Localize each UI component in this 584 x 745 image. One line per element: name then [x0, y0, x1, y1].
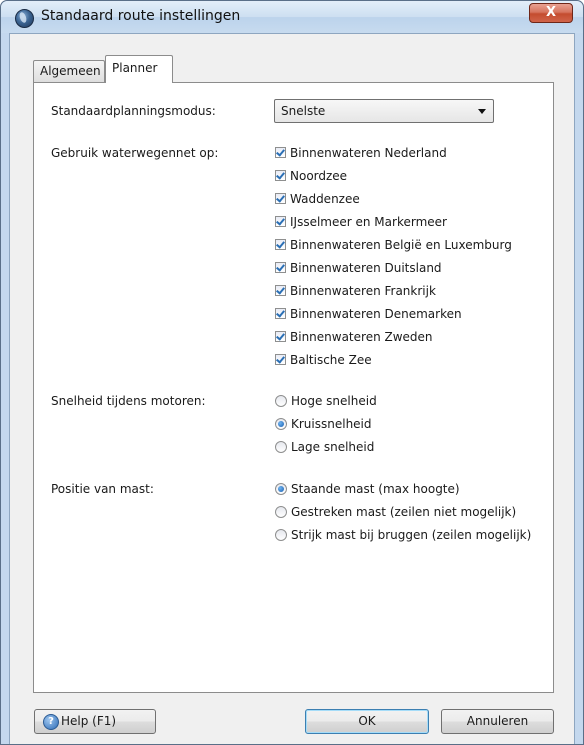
radio-strijk-mast[interactable]: Strijk mast bij bruggen (zeilen mogelijk…: [275, 526, 531, 544]
radio-unselected-icon[interactable]: [275, 528, 287, 541]
checkbox-label: Binnenwateren België en Luxemburg: [290, 238, 512, 252]
checkbox-binnenwateren-nederland[interactable]: Binnenwateren Nederland: [275, 144, 447, 162]
checkbox-label: Binnenwateren Denemarken: [290, 307, 462, 321]
checkbox-binnenwateren-denemarken[interactable]: Binnenwateren Denemarken: [275, 305, 462, 323]
radio-label: Lage snelheid: [291, 440, 375, 454]
help-button[interactable]: ? Help (F1): [34, 709, 156, 734]
checkbox-checked-icon[interactable]: [275, 170, 286, 181]
radio-gestreken-mast[interactable]: Gestreken mast (zeilen niet mogelijk): [275, 503, 516, 521]
checkbox-checked-icon[interactable]: [275, 354, 286, 365]
checkbox-checked-icon[interactable]: [275, 239, 286, 250]
radio-unselected-icon[interactable]: [275, 440, 287, 453]
checkbox-label: Binnenwateren Frankrijk: [290, 284, 436, 298]
radio-selected-icon[interactable]: [275, 417, 287, 430]
checkbox-binnenwateren-duitsland[interactable]: Binnenwateren Duitsland: [275, 259, 442, 277]
checkbox-label: IJsselmeer en Markermeer: [290, 215, 447, 229]
radio-selected-icon[interactable]: [275, 482, 287, 495]
checkbox-binnenwateren-frankrijk[interactable]: Binnenwateren Frankrijk: [275, 282, 436, 300]
radio-unselected-icon[interactable]: [275, 394, 287, 407]
planner-content: Standaardplanningsmodus: Snelste Gebruik…: [0, 0, 584, 745]
cancel-button[interactable]: Annuleren: [441, 709, 554, 734]
speed-label: Snelheid tijdens motoren:: [51, 394, 206, 408]
checkbox-label: Binnenwateren Nederland: [290, 146, 447, 160]
checkbox-ijsselmeer-markermeer[interactable]: IJsselmeer en Markermeer: [275, 213, 447, 231]
radio-lage-snelheid[interactable]: Lage snelheid: [275, 438, 374, 456]
waterways-label: Gebruik waterwegennet op:: [51, 146, 219, 160]
radio-kruissnelheid[interactable]: Kruissnelheid: [275, 415, 372, 433]
ok-button[interactable]: OK: [305, 709, 429, 734]
radio-unselected-icon[interactable]: [275, 505, 287, 518]
checkbox-label: Binnenwateren Duitsland: [290, 261, 442, 275]
checkbox-baltische-zee[interactable]: Baltische Zee: [275, 351, 372, 369]
planning-mode-label: Standaardplanningsmodus:: [51, 104, 216, 118]
help-button-label: Help (F1): [61, 714, 117, 728]
radio-label: Strijk mast bij bruggen (zeilen mogelijk…: [291, 528, 532, 542]
radio-label: Kruissnelheid: [291, 417, 372, 431]
mast-label: Positie van mast:: [51, 482, 154, 496]
checkbox-label: Baltische Zee: [290, 353, 372, 367]
checkbox-checked-icon[interactable]: [275, 216, 286, 227]
planning-mode-select[interactable]: Snelste: [274, 99, 494, 123]
planning-mode-value: Snelste: [281, 104, 326, 118]
checkbox-checked-icon[interactable]: [275, 331, 286, 342]
chevron-down-icon: [478, 109, 486, 114]
checkbox-checked-icon[interactable]: [275, 262, 286, 273]
checkbox-binnenwateren-belgie-luxemburg[interactable]: Binnenwateren België en Luxemburg: [275, 236, 512, 254]
checkbox-waddenzee[interactable]: Waddenzee: [275, 190, 360, 208]
checkbox-checked-icon[interactable]: [275, 285, 286, 296]
checkbox-checked-icon[interactable]: [275, 147, 286, 158]
checkbox-label: Noordzee: [290, 169, 348, 183]
help-icon: ?: [43, 714, 59, 730]
radio-label: Staande mast (max hoogte): [291, 482, 460, 496]
radio-label: Gestreken mast (zeilen niet mogelijk): [291, 505, 517, 519]
checkbox-noordzee[interactable]: Noordzee: [275, 167, 347, 185]
radio-hoge-snelheid[interactable]: Hoge snelheid: [275, 392, 377, 410]
checkbox-checked-icon[interactable]: [275, 193, 286, 204]
checkbox-binnenwateren-zweden[interactable]: Binnenwateren Zweden: [275, 328, 433, 346]
checkbox-checked-icon[interactable]: [275, 308, 286, 319]
radio-staande-mast[interactable]: Staande mast (max hoogte): [275, 480, 460, 498]
radio-label: Hoge snelheid: [291, 394, 377, 408]
checkbox-label: Waddenzee: [290, 192, 360, 206]
checkbox-label: Binnenwateren Zweden: [290, 330, 433, 344]
